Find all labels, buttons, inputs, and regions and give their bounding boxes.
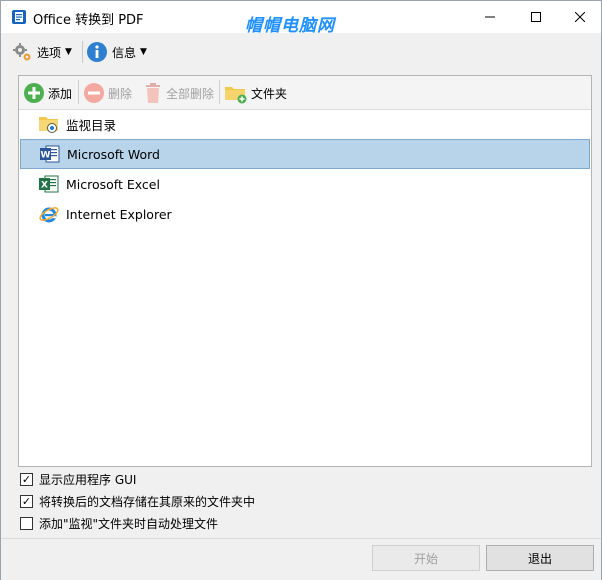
info-icon (87, 42, 107, 62)
add-folder-icon (225, 87, 247, 104)
add-button[interactable]: 添加 (23, 80, 72, 106)
maximize-button[interactable] (513, 1, 559, 33)
close-button[interactable] (557, 1, 602, 33)
list-item-label: Microsoft Word (67, 146, 160, 162)
delete-label: 删除 (108, 86, 133, 101)
list-item[interactable]: W Microsoft Word (20, 139, 590, 169)
menu-separator (82, 41, 83, 63)
folder-button[interactable]: 文件夹 (224, 80, 287, 106)
option-store-original-folder[interactable]: ✓ 将转换后的文档存储在其原来的文件夹中 (20, 491, 255, 511)
list-item[interactable]: X Microsoft Excel (20, 169, 590, 199)
info-menu[interactable]: 信息 ▼ (86, 39, 147, 65)
option-show-gui[interactable]: ✓ 显示应用程序 GUI (20, 469, 136, 489)
list-item-label: 监视目录 (66, 117, 117, 133)
menu-bar: 选项 ▼ 信息 ▼ (1, 37, 601, 67)
toolbar-separator (219, 80, 220, 104)
exit-button[interactable]: 退出 (486, 545, 594, 571)
list-item-label: Internet Explorer (66, 206, 172, 222)
delete-button[interactable]: 删除 (83, 80, 132, 106)
title-bar: Office 转换到 PDF 帽帽电脑网 (1, 1, 602, 36)
bottom-bar: 开始 退出 (1, 538, 601, 580)
chevron-down-icon: ▼ (65, 47, 72, 57)
show-gui-label: 显示应用程序 GUI (39, 472, 137, 487)
maximize-icon (531, 12, 541, 22)
option-auto-process[interactable]: 添加"监视"文件夹时自动处理文件 (20, 513, 218, 533)
chevron-down-icon: ▼ (140, 47, 147, 57)
app-window: Office 转换到 PDF 帽帽电脑网 选项 ▼ 信息 ▼ 添加 删除 全部删… (0, 0, 602, 580)
auto-process-checkbox[interactable] (20, 516, 33, 530)
excel-icon: X (39, 175, 59, 193)
store-original-folder-label: 将转换后的文档存储在其原来的文件夹中 (39, 494, 256, 509)
svg-text:X: X (41, 181, 48, 191)
delete-all-label: 全部删除 (166, 86, 215, 101)
toolbar-separator (78, 80, 79, 104)
show-gui-checkbox[interactable]: ✓ (20, 472, 33, 486)
watch-folder-icon (39, 117, 58, 133)
watermark: 帽帽电脑网 (245, 16, 335, 36)
list-item-label: Microsoft Excel (66, 176, 160, 192)
app-icon (12, 10, 26, 24)
minimize-icon (485, 16, 495, 18)
word-icon: W (40, 145, 60, 163)
source-list-panel: 添加 删除 全部删除 文件夹 监视目录 W Microsoft Word X M… (18, 75, 592, 467)
gear-icon (13, 43, 31, 61)
minimize-button[interactable] (467, 1, 513, 33)
folder-label: 文件夹 (251, 86, 288, 101)
start-button[interactable]: 开始 (372, 545, 480, 571)
options-menu-label: 选项 (37, 45, 62, 60)
list-item[interactable]: Internet Explorer (20, 199, 590, 229)
remove-icon (84, 83, 104, 103)
add-icon (24, 83, 44, 103)
options-menu[interactable]: 选项 ▼ (11, 39, 72, 65)
ie-icon (39, 207, 59, 223)
delete-all-button[interactable]: 全部删除 (143, 80, 214, 106)
store-original-folder-checkbox[interactable]: ✓ (20, 494, 33, 508)
trash-icon (146, 83, 160, 103)
add-label: 添加 (48, 86, 73, 101)
list-item[interactable]: 监视目录 (20, 109, 590, 139)
close-icon (575, 12, 585, 22)
list-toolbar: 添加 删除 全部删除 文件夹 (19, 76, 591, 110)
info-menu-label: 信息 (112, 45, 137, 60)
window-title: Office 转换到 PDF (33, 13, 144, 28)
auto-process-label: 添加"监视"文件夹时自动处理文件 (39, 516, 219, 531)
svg-text:W: W (41, 151, 51, 161)
